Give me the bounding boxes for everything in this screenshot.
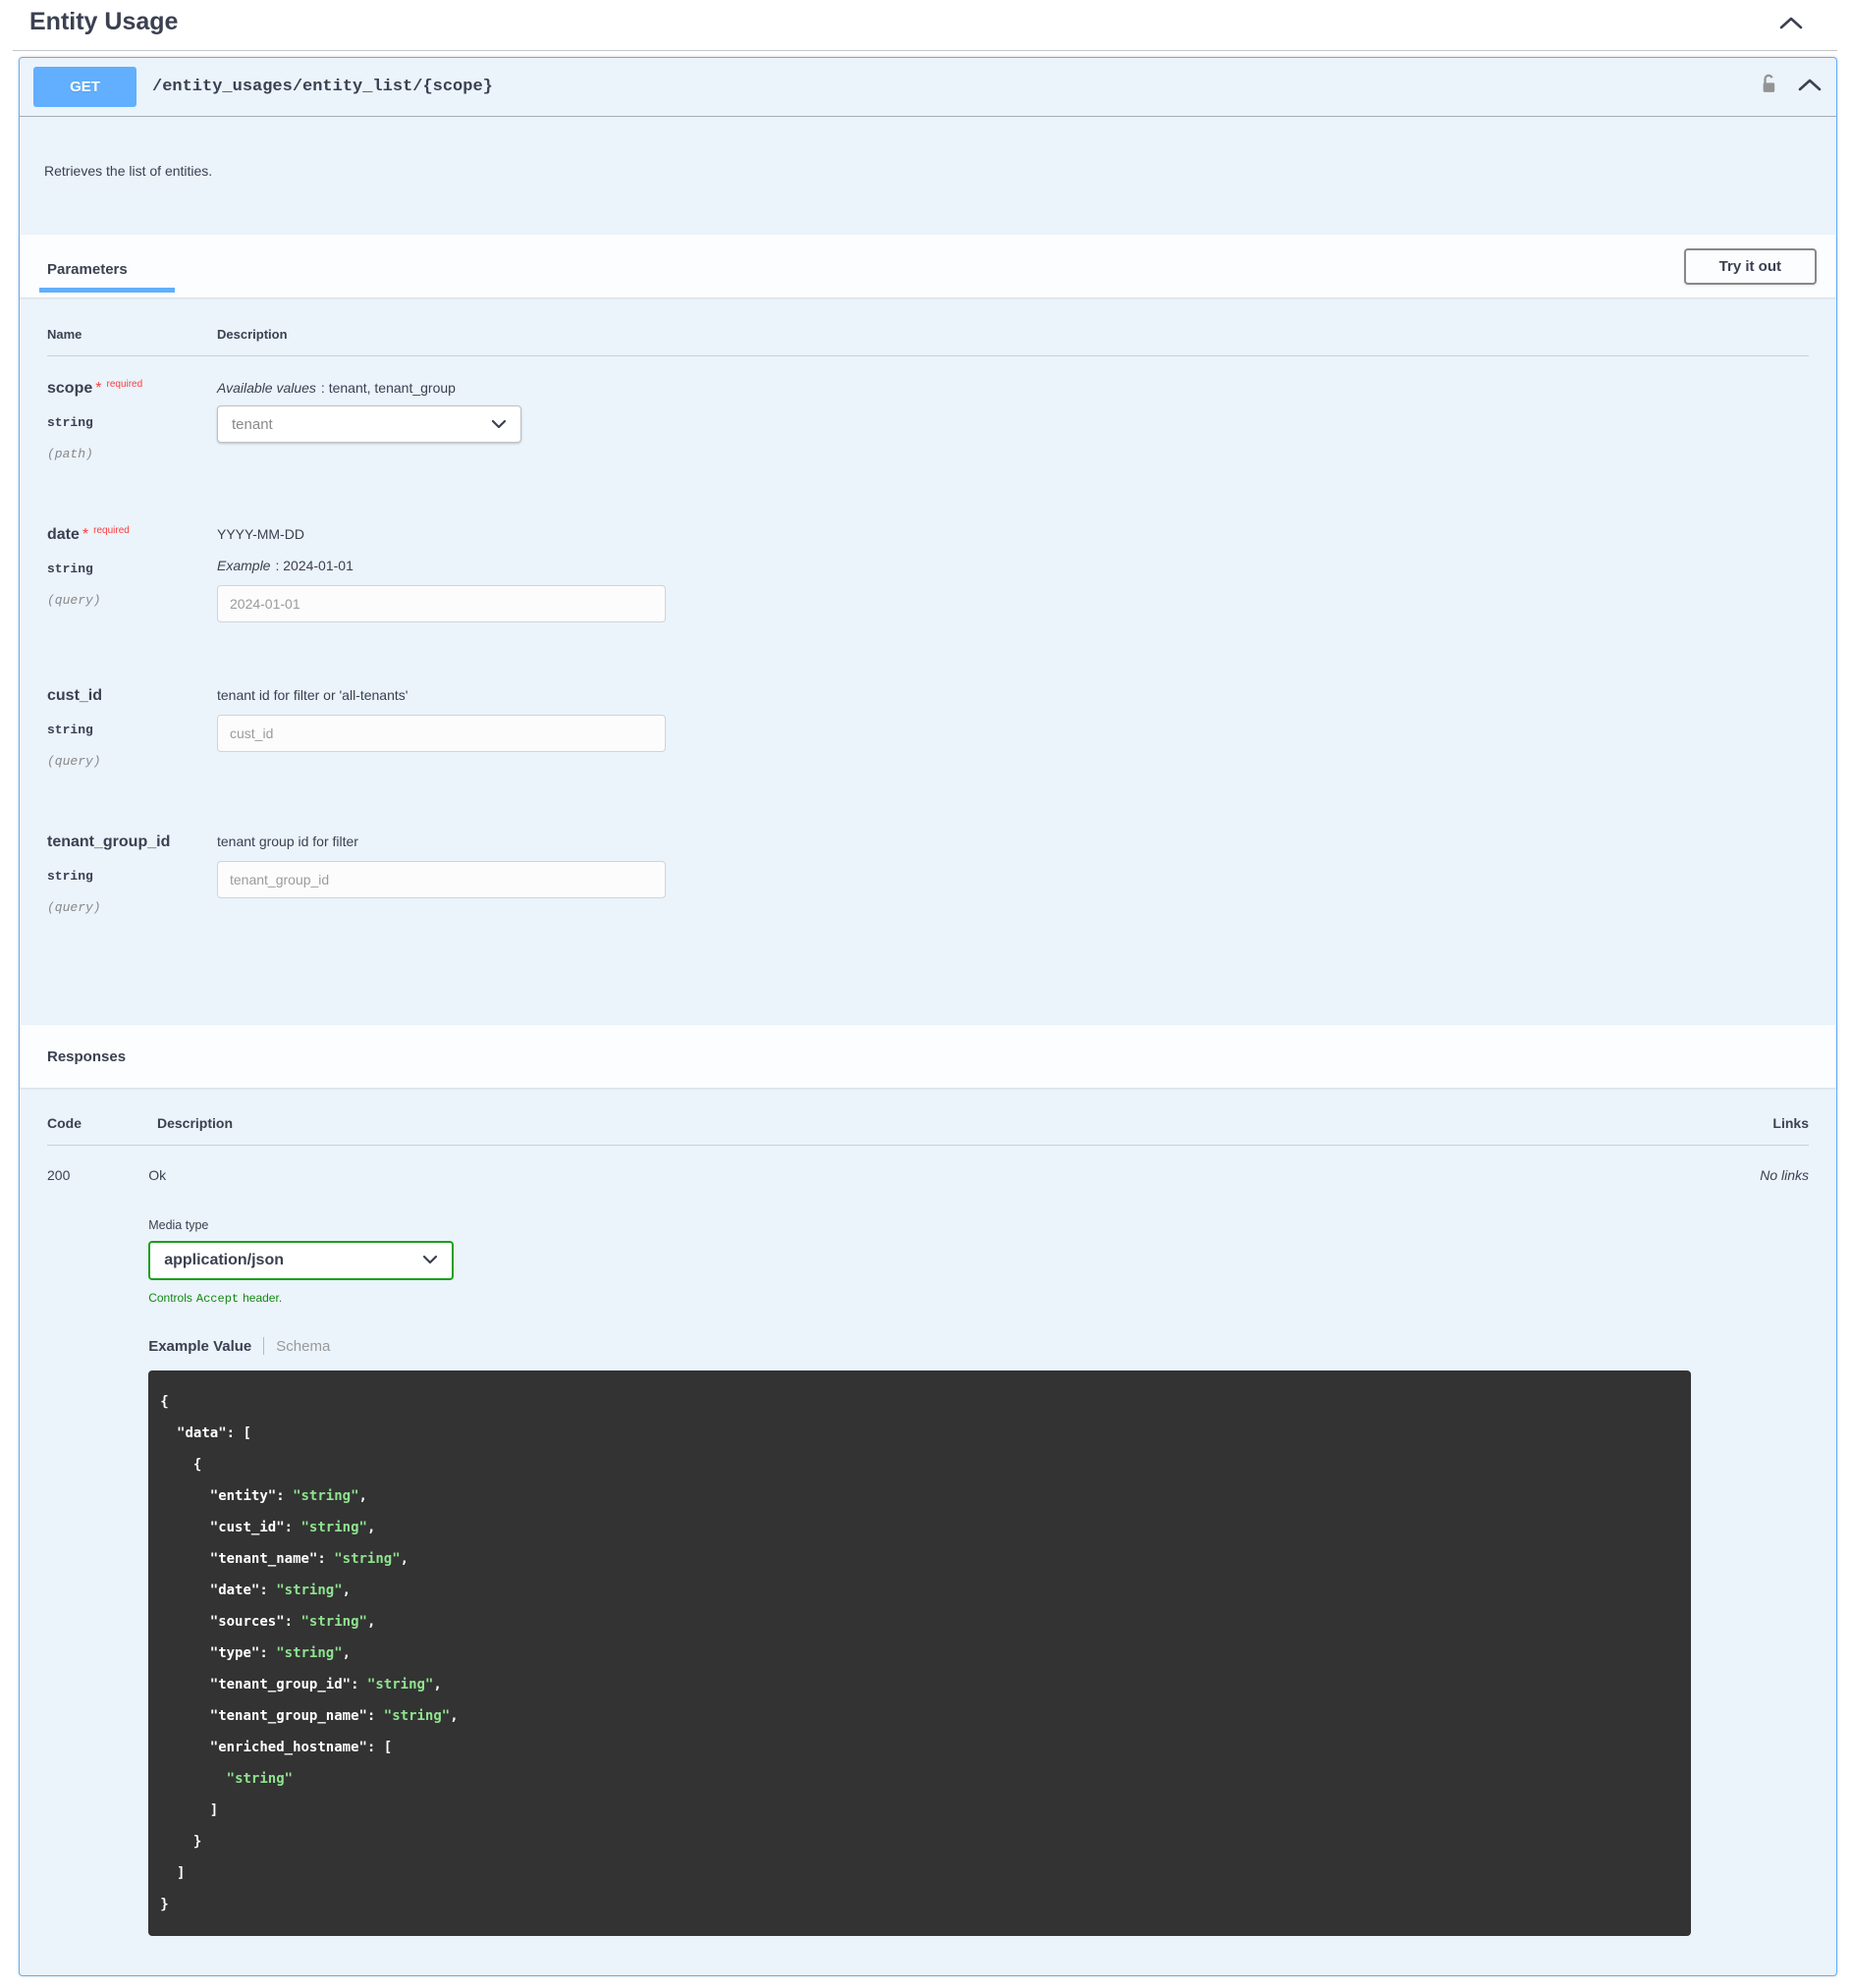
responses-title: Responses [47, 1048, 127, 1065]
http-method-badge: GET [33, 67, 136, 107]
response-links: No links [1760, 1167, 1809, 1183]
try-it-out-button[interactable]: Try it out [1683, 247, 1817, 285]
column-header-description: Description [217, 327, 288, 342]
accept-note-code: Accept [195, 1292, 240, 1306]
param-description: Available values: tenant, tenant_group [217, 380, 1809, 396]
scope-select[interactable]: tenant [217, 405, 521, 443]
param-row-cust-id: cust_id string (query) tenant id for fil… [47, 664, 1809, 810]
param-description: tenant group id for filter [217, 833, 358, 849]
media-type-value: application/json [164, 1252, 284, 1268]
param-name: scope [47, 380, 93, 397]
param-location: (query) [47, 593, 101, 608]
param-name: date [47, 526, 80, 543]
column-header-description: Description [157, 1115, 234, 1131]
example-schema-tabs: Example Value Schema [148, 1337, 1691, 1355]
media-type-label: Media type [148, 1218, 209, 1232]
param-type: string [47, 415, 93, 430]
tenant-group-id-input[interactable] [217, 861, 666, 898]
responses-section-header: Responses [20, 1025, 1836, 1088]
date-input[interactable] [217, 585, 666, 622]
response-description: Ok [148, 1167, 167, 1183]
param-type: string [47, 869, 93, 884]
opblock-get: GET /entity_usages/entity_list/{scope} R… [19, 57, 1837, 1976]
param-row-date: date * required string (query) YYYY-MM-DD … [47, 503, 1809, 664]
response-code: 200 [47, 1167, 71, 1183]
operation-description: Retrieves the list of entities. [44, 163, 213, 179]
param-row-scope: scope * required string (path) Available v… [47, 356, 1809, 503]
chevron-up-icon [1778, 17, 1804, 33]
param-description: tenant id for filter or 'all-tenants' [217, 687, 408, 703]
example-value: : 2024-01-01 [275, 558, 354, 573]
required-asterisk: * [82, 526, 89, 543]
opblock-summary[interactable]: GET /entity_usages/entity_list/{scope} [20, 58, 1836, 117]
endpoint-path: /entity_usages/entity_list/{scope} [152, 78, 493, 96]
accept-note-suffix: header. [243, 1291, 283, 1305]
chevron-down-icon [422, 1252, 438, 1269]
responses-table-head: Code Description Links [47, 1115, 1809, 1146]
available-values-list: : tenant, tenant_group [320, 380, 456, 396]
tab-schema[interactable]: Schema [276, 1338, 330, 1355]
accept-header-note: Controls Accept header. [148, 1291, 1691, 1306]
param-location: (query) [47, 900, 101, 915]
param-type: string [47, 562, 93, 576]
response-row-200: 200 Ok Media type application/json Contr… [47, 1146, 1809, 1936]
page-title: Entity Usage [29, 8, 179, 35]
param-type: string [47, 723, 93, 737]
param-row-tenant-group-id: tenant_group_id string (query) tenant gr… [47, 810, 1809, 956]
required-asterisk: * [95, 380, 102, 397]
available-values-label: Available values [217, 380, 316, 396]
parameters-section-header: Parameters Try it out [20, 235, 1836, 297]
responses-table: Code Description Links 200 Ok Media type… [20, 1088, 1836, 1975]
column-header-name: Name [47, 327, 82, 342]
tag-collapse-button[interactable] [1774, 11, 1808, 34]
required-label: required [93, 525, 130, 536]
param-location: (path) [47, 447, 93, 461]
param-description: YYYY-MM-DD [217, 526, 304, 542]
parameters-table-head: Name Description [47, 327, 1809, 356]
auth-unlock-icon[interactable] [1759, 73, 1779, 101]
column-header-code: Code [47, 1115, 82, 1131]
param-location: (query) [47, 754, 101, 769]
example-json-code-block: { "data": [ { "entity": "string", "cust_… [148, 1370, 1692, 1936]
tab-parameters: Parameters [39, 261, 175, 293]
accept-note-prefix: Controls [148, 1291, 192, 1305]
param-name: tenant_group_id [47, 833, 171, 850]
tab-divider [263, 1337, 265, 1355]
cust-id-input[interactable] [217, 715, 666, 752]
param-example: Example : 2024-01-01 [217, 558, 1809, 573]
column-header-links: Links [1772, 1115, 1809, 1131]
operation-collapse-icon[interactable] [1797, 77, 1823, 97]
scope-select-value: tenant [232, 415, 273, 433]
required-label: required [106, 379, 143, 390]
example-label: Example [217, 558, 271, 573]
param-name: cust_id [47, 687, 103, 704]
parameters-table: Name Description scope * required string (… [20, 297, 1836, 1025]
tab-example-value[interactable]: Example Value [148, 1338, 251, 1355]
media-type-select[interactable]: application/json [148, 1241, 455, 1280]
chevron-down-icon [491, 416, 507, 433]
tag-section-header: Entity Usage [13, 0, 1837, 51]
